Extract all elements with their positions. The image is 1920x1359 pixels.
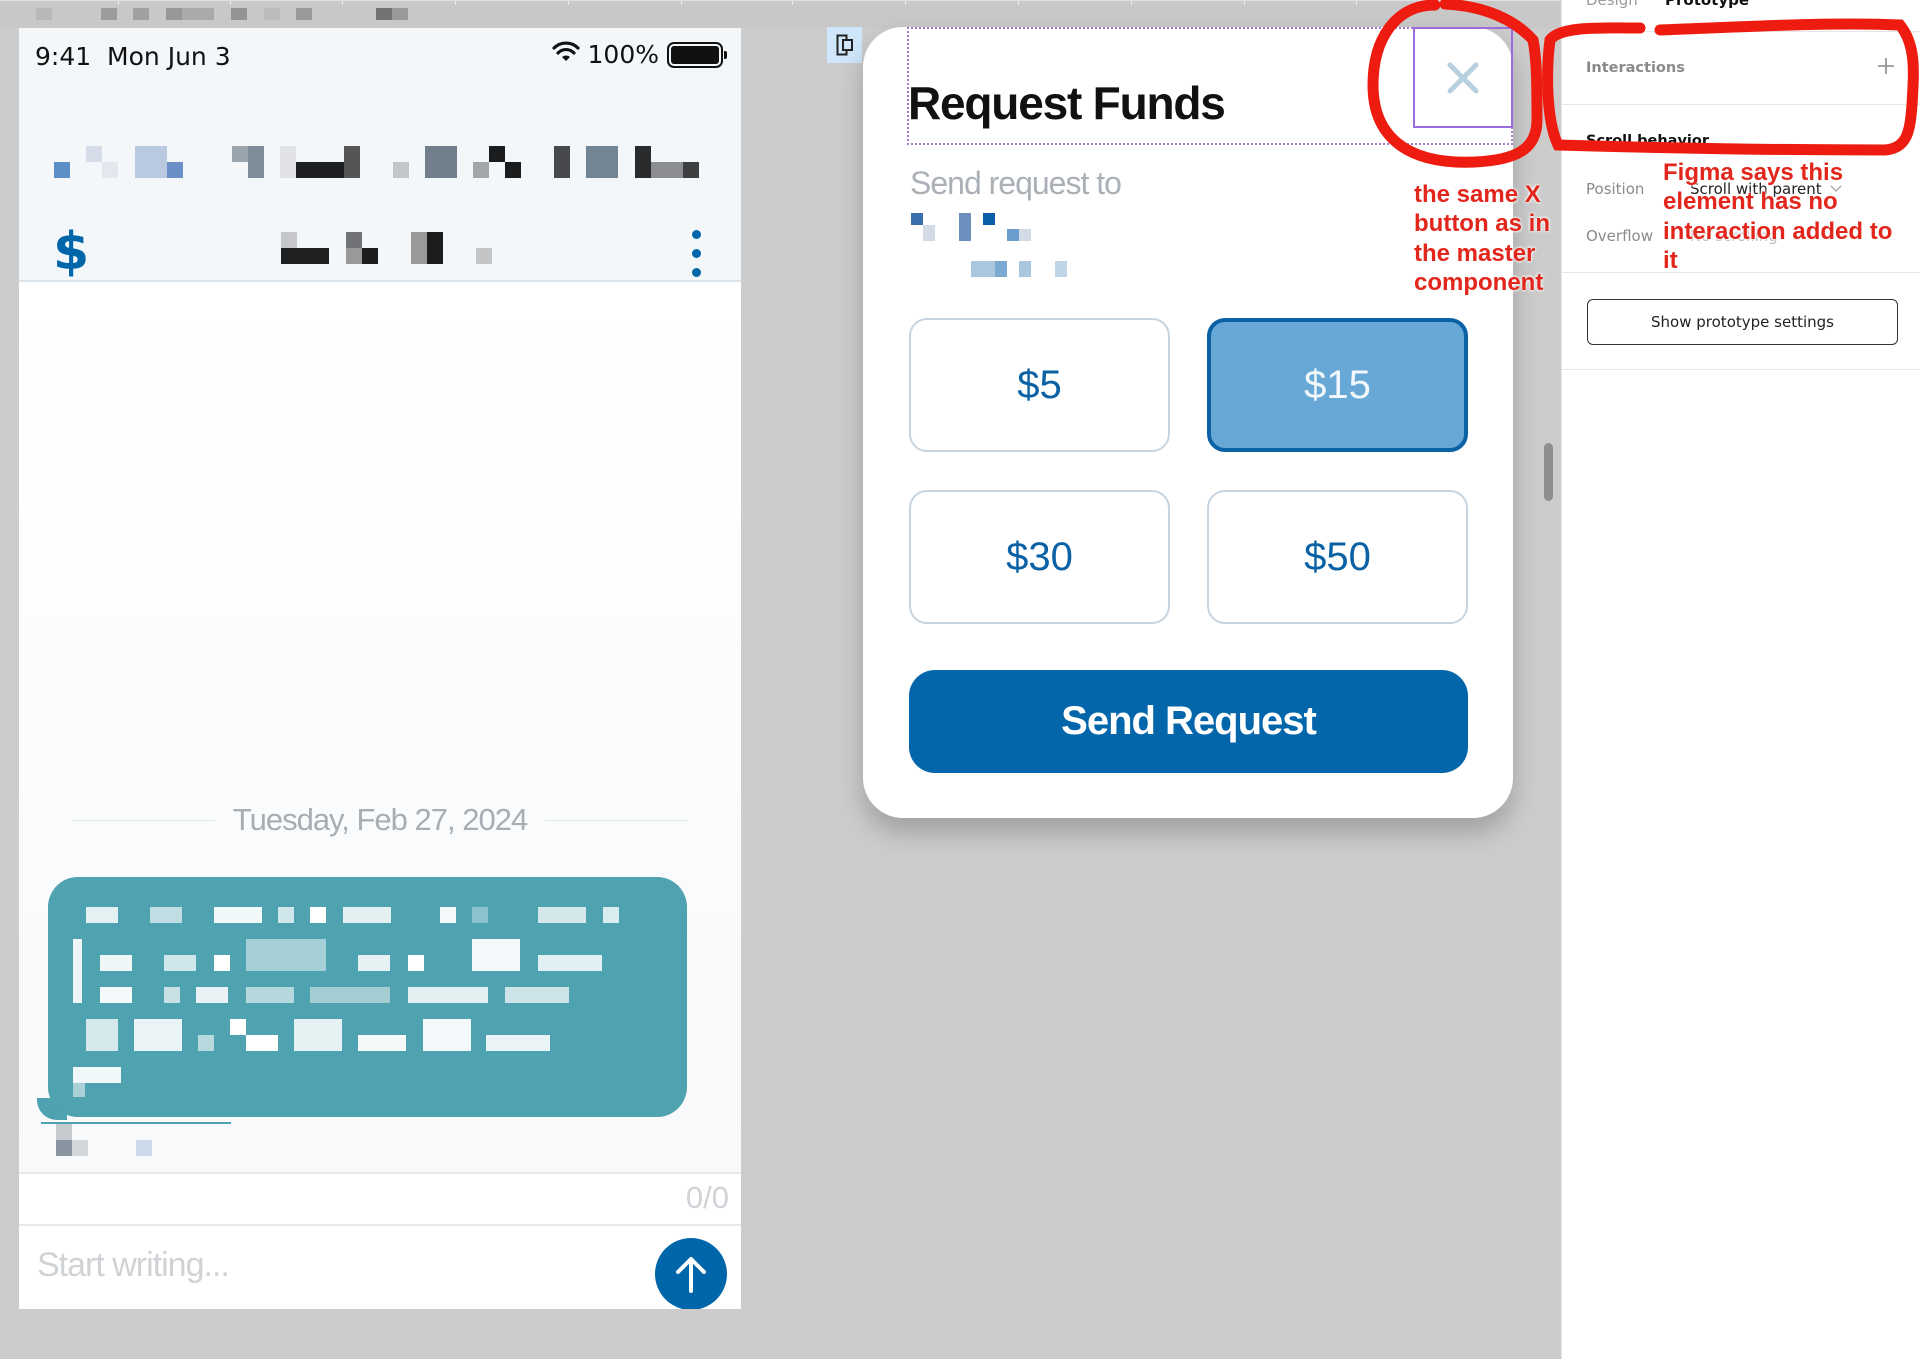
position-label: Position (1586, 180, 1645, 198)
date-divider: Tuesday, Feb 27, 2024 (71, 802, 689, 838)
component-instance-icon[interactable] (827, 27, 862, 63)
canvas-ruler (0, 0, 1560, 28)
annotation-note-no-interaction: Figma says this element has no interacti… (1663, 159, 1893, 274)
amount-option-selected[interactable]: $15 (1207, 318, 1468, 452)
interactions-label: Interactions (1586, 60, 1685, 76)
tab-design[interactable]: Design (1586, 0, 1638, 9)
interactions-section: Interactions (1562, 32, 1920, 105)
wifi-icon (551, 40, 580, 69)
amount-option[interactable]: $50 (1207, 490, 1468, 624)
panel-tabs: Design Prototype (1562, 0, 1920, 32)
send-to-label: Send request to (910, 165, 1122, 201)
ruler-tick (568, 1, 569, 5)
prototype-settings-section: Show prototype settings (1562, 273, 1920, 370)
close-button[interactable] (1413, 27, 1513, 128)
message-sender-redacted (56, 1124, 156, 1158)
app-header: $ (19, 80, 741, 282)
counter-row: 0/0 (19, 1172, 741, 1226)
show-prototype-settings-button[interactable]: Show prototype settings (1587, 299, 1898, 345)
frame-label-redacted[interactable] (36, 6, 436, 22)
battery-icon (667, 41, 727, 68)
ruler-tick (681, 1, 682, 5)
amount-option[interactable]: $30 (909, 490, 1170, 624)
ruler-tick (792, 1, 793, 5)
chat-area[interactable]: Tuesday, Feb 27, 2024 (19, 282, 741, 1172)
send-message-button[interactable] (655, 1238, 727, 1309)
close-icon (1447, 62, 1479, 93)
annotation-note-x-button: the same X button as in the master compo… (1414, 181, 1550, 296)
ruler-tick (1356, 1, 1357, 5)
recipient-redacted (911, 213, 1131, 283)
message-input[interactable] (37, 1240, 597, 1290)
status-bar: 9:41 Mon Jun 3 100% (19, 28, 741, 80)
ruler-tick (1244, 1, 1245, 5)
canvas-scrollbar[interactable] (1544, 443, 1553, 501)
phone-frame: 9:41 Mon Jun 3 100% $ Tuesday, Feb 27, 2… (19, 28, 741, 1309)
ruler-tick (1131, 1, 1132, 5)
ruler-tick (1018, 1, 1019, 5)
send-request-button[interactable]: Send Request (909, 670, 1468, 773)
amount-option[interactable]: $5 (909, 318, 1170, 452)
time-text: 9:41 (35, 42, 92, 71)
header-subtitle-redacted (19, 232, 741, 272)
ruler-tick (455, 1, 456, 5)
ruler-tick (1470, 1, 1471, 5)
scroll-behavior-heading: Scroll behavior (1586, 133, 1709, 149)
ruler-tick (905, 1, 906, 5)
arrow-up-icon (676, 1257, 706, 1293)
modal-title: Request Funds (908, 77, 1226, 129)
composer (19, 1226, 741, 1309)
character-counter: 0/0 (685, 1180, 729, 1215)
plus-icon[interactable] (1874, 54, 1898, 78)
ruler-tick (118, 1, 119, 5)
status-indicators: 100% (551, 40, 727, 69)
ruler-tick (230, 1, 231, 5)
status-time: 9:41 Mon Jun 3 (35, 42, 231, 71)
message-bubble[interactable] (48, 877, 687, 1117)
overflow-label: Overflow (1586, 227, 1653, 245)
message-text-redacted (48, 877, 687, 1117)
more-vertical-icon[interactable] (691, 230, 701, 277)
tab-prototype[interactable]: Prototype (1665, 0, 1749, 9)
header-title-redacted (19, 140, 741, 180)
ruler-tick (342, 1, 343, 5)
date-divider-text: Tuesday, Feb 27, 2024 (232, 802, 528, 837)
date-text: Mon Jun 3 (107, 42, 231, 71)
battery-percent: 100% (587, 40, 659, 69)
